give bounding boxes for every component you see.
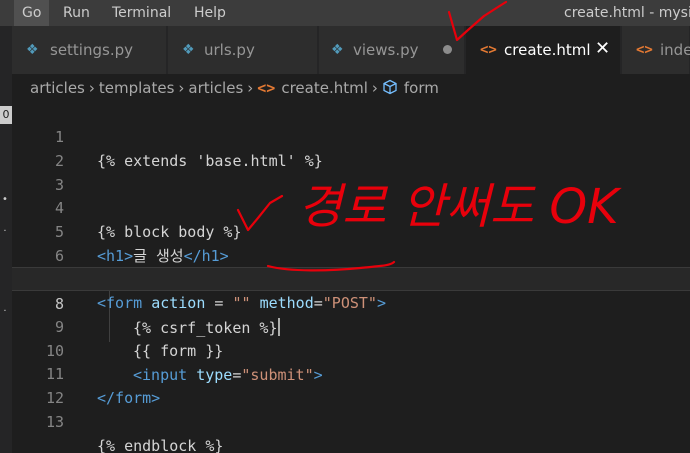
activity-badge: 0 (0, 106, 12, 124)
code-line[interactable]: 2 (12, 125, 690, 170)
activity-mark: • (2, 194, 8, 205)
code-line[interactable]: 7 <form action = "" method="POST"> (12, 243, 690, 312)
cube-icon (382, 76, 398, 100)
activity-mark: · (3, 226, 7, 237)
menu-go[interactable]: Go (14, 0, 50, 26)
close-icon[interactable]: ✕ (595, 38, 610, 60)
line-number: 13 (45, 413, 64, 431)
python-icon: ❖ (182, 42, 195, 58)
code-line[interactable]: 6 (12, 220, 690, 265)
python-icon: ❖ (26, 42, 39, 58)
html-icon: <> (636, 42, 653, 58)
breadcrumb-item[interactable]: form (404, 76, 439, 100)
python-icon: ❖ (331, 42, 344, 58)
breadcrumb-item[interactable]: templates (99, 76, 175, 100)
code-line[interactable]: 1 {% extends 'base.html' %} (12, 101, 690, 170)
tab-label: views.py (353, 41, 419, 59)
menu-run[interactable]: Run (55, 0, 98, 26)
code-line[interactable]: 5 <h1>글 생성</h1> (12, 196, 690, 265)
menu-bar: Go Run Terminal Help create.html - mysit… (0, 0, 690, 26)
code-line[interactable]: 12 (12, 362, 690, 407)
html-icon: <> (480, 42, 497, 58)
chevron-right-icon: › (178, 79, 185, 97)
breadcrumb-item[interactable]: articles (30, 76, 85, 100)
breadcrumb-item[interactable]: articles (188, 76, 243, 100)
menu-terminal[interactable]: Terminal (104, 0, 179, 26)
breadcrumb: articles › templates › articles › <> create.htm… (30, 76, 439, 100)
code-line[interactable]: 13 {% endblock %} (12, 386, 690, 453)
chevron-right-icon: › (88, 79, 95, 97)
tab-urls-py[interactable]: ❖ urls.py (168, 26, 318, 74)
code-line[interactable]: 3 (12, 149, 690, 194)
editor-tab-bar: ❖ settings.py ❖ urls.py ❖ views.py <> cr… (12, 26, 690, 74)
tab-label: create.html (504, 41, 591, 59)
tab-views-py[interactable]: ❖ views.py (319, 26, 465, 74)
chevron-right-icon: › (371, 79, 378, 97)
tab-label: settings.py (50, 41, 133, 59)
activity-bar: 0 • · · (0, 26, 12, 453)
tab-settings-py[interactable]: ❖ settings.py (12, 26, 167, 74)
tab-label: index (660, 41, 690, 59)
code-editor[interactable]: 1 {% extends 'base.html' %} 2 3 4 {% blo… (12, 100, 690, 453)
breadcrumb-item[interactable]: create.html (281, 76, 368, 100)
template-tag: {% endblock %} (97, 437, 224, 453)
code-line[interactable]: 11 </form> (12, 338, 690, 407)
code-line[interactable]: 4 {% block body %} (12, 172, 690, 241)
chevron-right-icon: › (247, 79, 254, 97)
window-title: create.html - mysite (564, 5, 690, 21)
unsaved-dot-icon[interactable] (443, 45, 452, 54)
code-line[interactable]: 10 <input type="submit"> (12, 315, 690, 384)
code-line-current[interactable]: 8 {% csrf_token %} (12, 267, 690, 337)
menu-help[interactable]: Help (186, 0, 234, 26)
tab-label: urls.py (204, 41, 255, 59)
activity-mark: · (3, 306, 7, 317)
html-icon: <> (257, 79, 276, 97)
code-line[interactable]: 9 {{ form }} (12, 291, 690, 360)
tab-index[interactable]: <> index (622, 26, 690, 74)
tab-create-html[interactable]: <> create.html ✕ (466, 26, 621, 74)
